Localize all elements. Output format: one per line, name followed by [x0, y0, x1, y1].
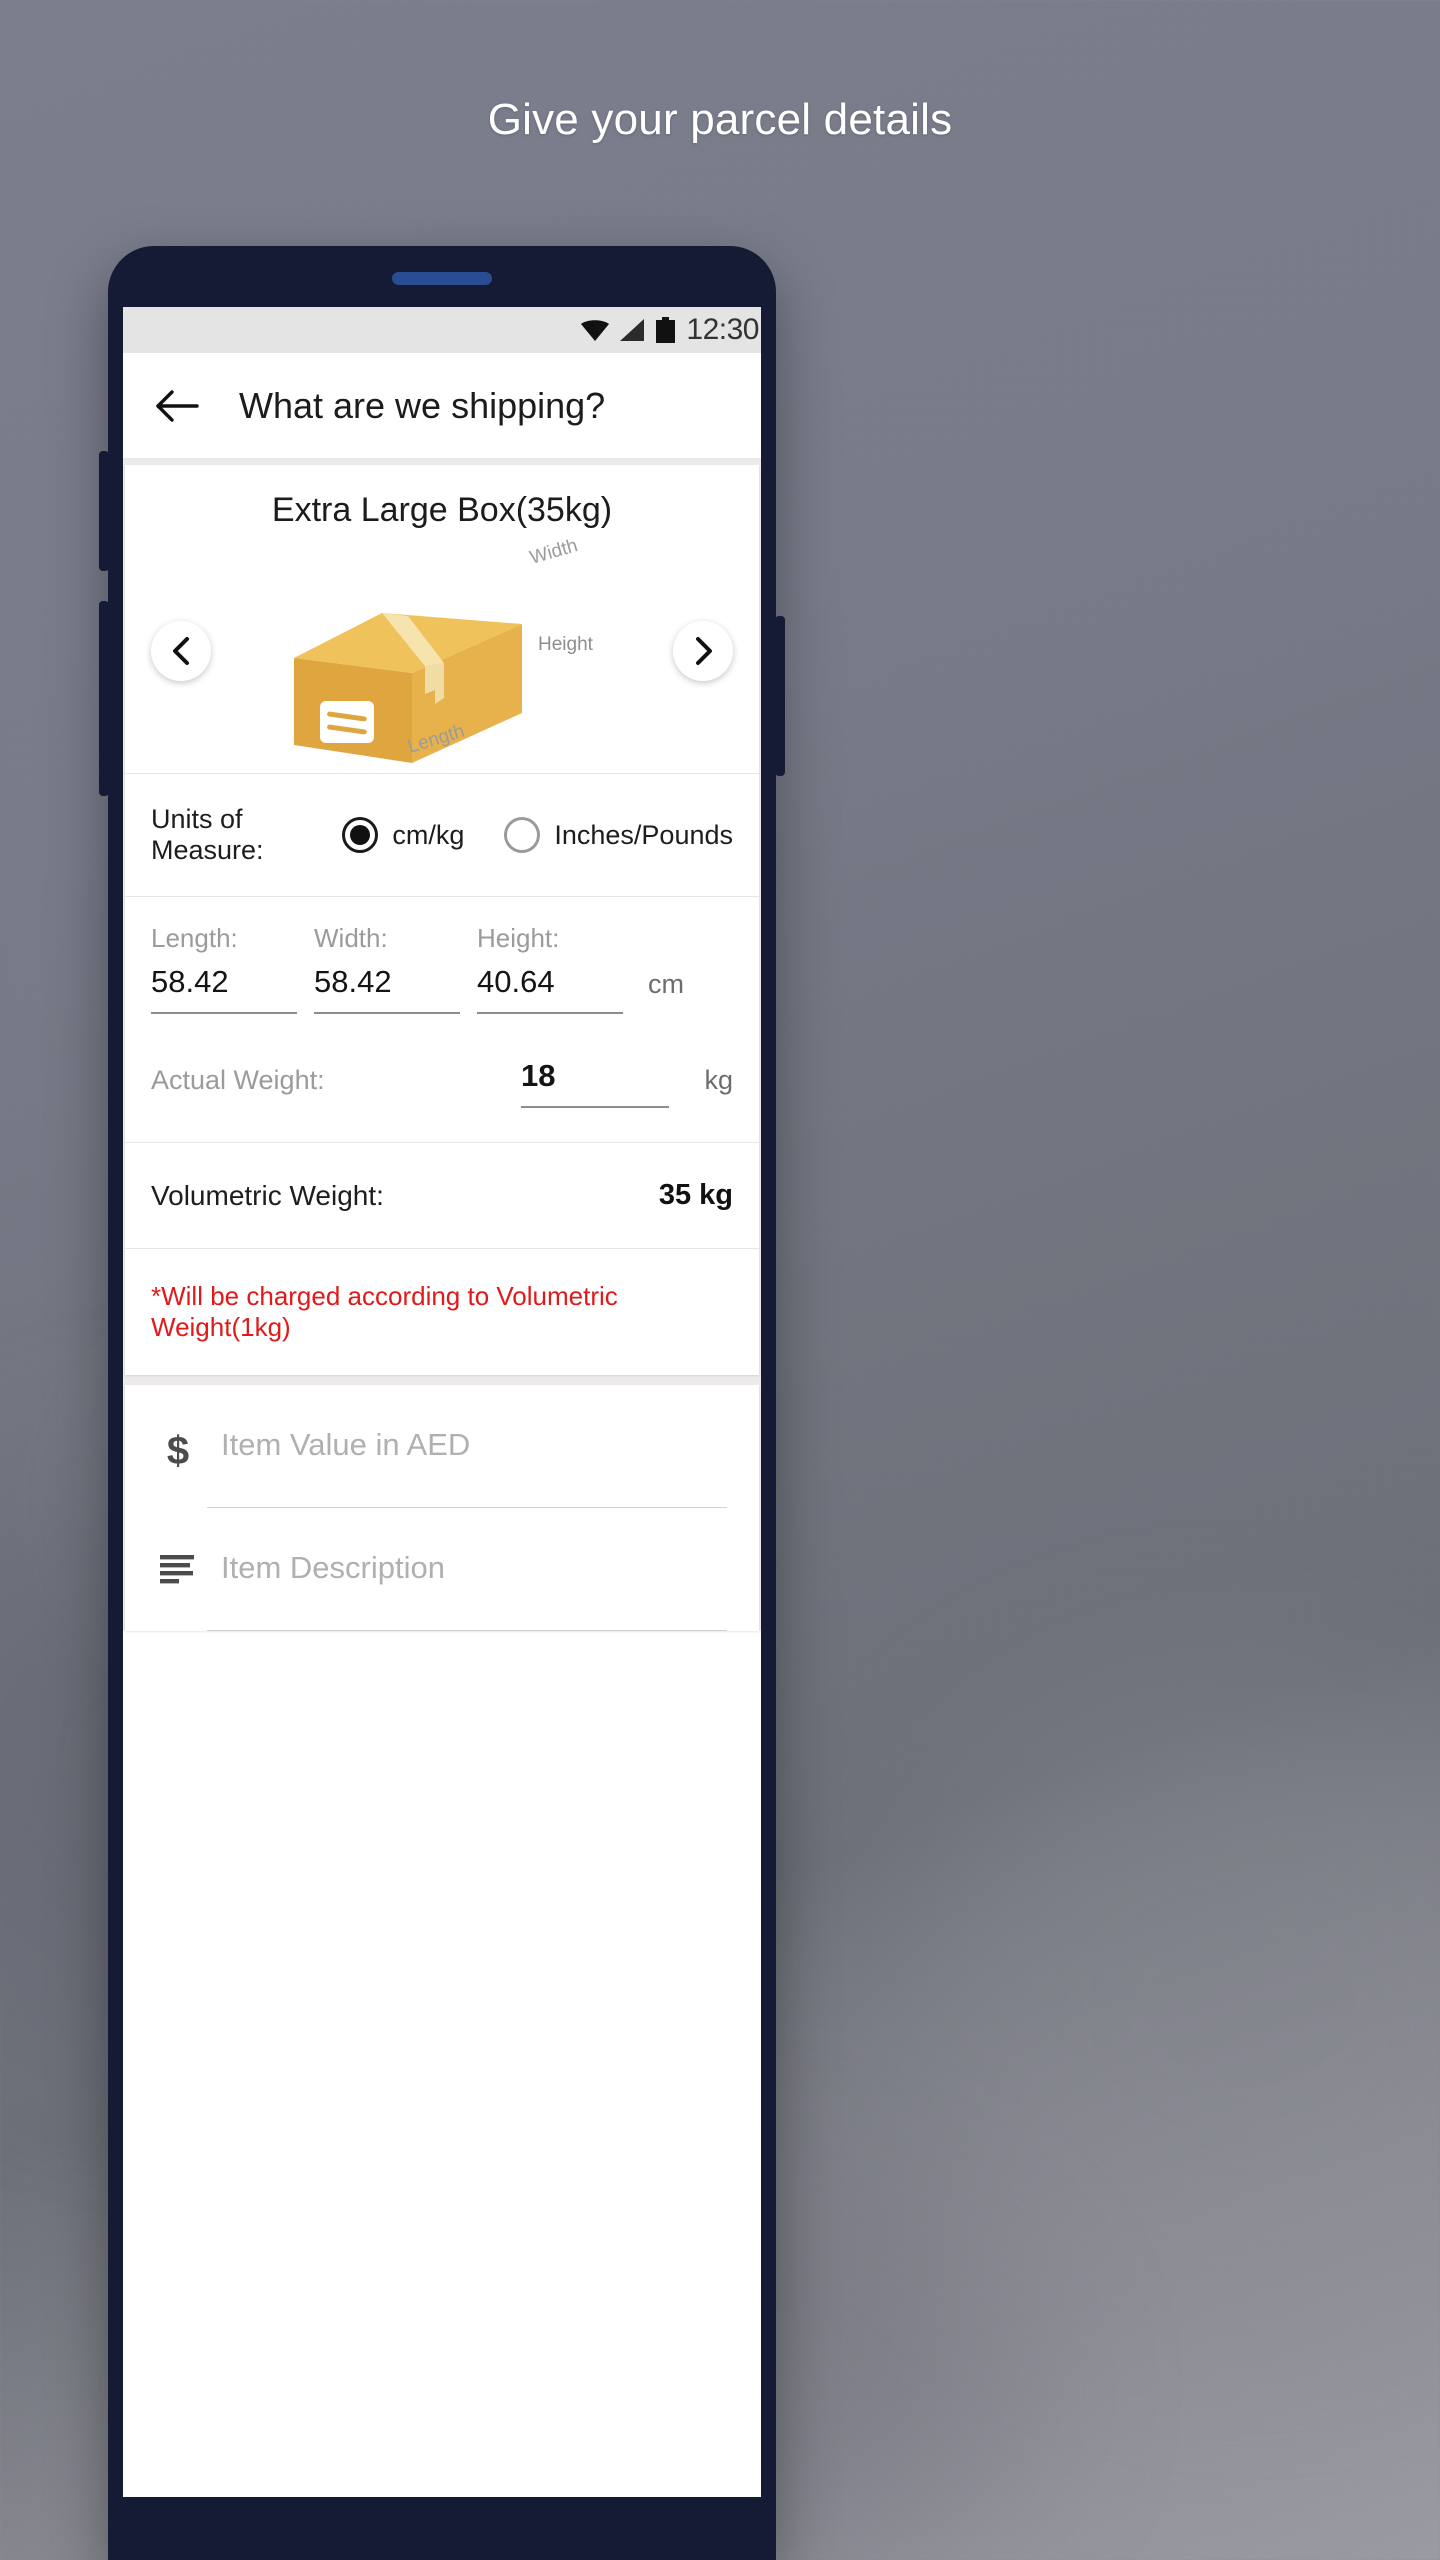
item-description-input-wrap	[207, 1550, 735, 1631]
page-title: Give your parcel details	[487, 95, 953, 144]
status-bar: 12:30	[123, 307, 761, 353]
actual-weight-row: Actual Weight: kg	[125, 1044, 759, 1142]
width-input[interactable]	[314, 960, 460, 1014]
volumetric-weight-row: Volumetric Weight: 35 kg	[125, 1143, 759, 1248]
battery-icon	[656, 317, 676, 343]
units-of-measure-row: Units of Measure: cm/kg Inches/Pounds	[125, 774, 759, 896]
box-carousel: Extra Large Box(35kg) Width Height Lengt…	[125, 465, 759, 773]
dimensions-unit-label: cm	[648, 969, 684, 999]
units-of-measure-label: Units of Measure:	[151, 804, 264, 865]
box-width-label: Width	[528, 538, 580, 569]
carousel-prev-button[interactable]	[151, 620, 211, 681]
box-height-label: Height	[538, 634, 594, 655]
volumetric-warning-text: *Will be charged according to Volumetric…	[151, 1281, 618, 1342]
app-bar-title: What are we shipping?	[239, 384, 606, 426]
item-description-input[interactable]	[207, 1550, 727, 1631]
width-field-group: Width:	[314, 923, 465, 1014]
chevron-left-icon	[173, 636, 189, 665]
width-label: Width:	[314, 923, 388, 953]
item-value-row: $	[149, 1385, 735, 1508]
volumetric-weight-value: 35 kg	[658, 1179, 733, 1211]
phone-power-button	[775, 616, 785, 776]
wifi-icon	[581, 319, 610, 341]
signal-icon	[620, 319, 645, 341]
description-lines-icon	[149, 1550, 207, 1584]
scroll-content: Extra Large Box(35kg) Width Height Lengt…	[123, 459, 761, 1631]
phone-volume-up-button	[99, 451, 109, 571]
carousel-next-button[interactable]	[673, 620, 733, 681]
status-bar-icons	[581, 317, 676, 343]
box-label-icon	[320, 701, 374, 743]
back-arrow-icon[interactable]	[155, 389, 199, 423]
app-bar: What are we shipping?	[123, 353, 761, 459]
height-label: Height:	[477, 923, 560, 953]
phone-mockup: 12:30 What are we shipping? Extra Large …	[99, 246, 785, 2560]
phone-speaker	[392, 272, 492, 285]
radio-button-cm-kg[interactable]	[342, 817, 379, 853]
actual-weight-unit-label: kg	[704, 1065, 733, 1095]
length-field-group: Length:	[151, 923, 302, 1014]
status-bar-time: 12:30	[686, 313, 759, 346]
item-value-input-wrap	[207, 1427, 735, 1508]
volumetric-warning-row: *Will be charged according to Volumetric…	[125, 1249, 759, 1375]
chevron-right-icon	[696, 636, 712, 665]
radio-label-inches-pounds: Inches/Pounds	[554, 819, 733, 850]
radio-option-cm-kg[interactable]: cm/kg	[342, 817, 464, 853]
length-input[interactable]	[151, 960, 297, 1014]
dimensions-row: Length: Width: Height: cm	[125, 897, 759, 1044]
height-field-group: Height:	[477, 923, 628, 1014]
radio-option-inches-pounds[interactable]: Inches/Pounds	[504, 817, 733, 853]
item-value-input[interactable]	[207, 1427, 727, 1508]
box-illustration-stage: Width Height Length	[125, 538, 759, 763]
height-input[interactable]	[477, 960, 623, 1014]
parcel-details-card: Extra Large Box(35kg) Width Height Lengt…	[125, 465, 759, 1375]
phone-screen: 12:30 What are we shipping? Extra Large …	[123, 307, 761, 2497]
item-description-row	[149, 1508, 735, 1631]
dollar-icon: $	[166, 1429, 190, 1473]
radio-button-inches-pounds[interactable]	[504, 817, 541, 853]
actual-weight-input[interactable]	[521, 1054, 669, 1108]
parcel-box-illustration: Width Height Length	[294, 538, 594, 763]
radio-label-cm-kg: cm/kg	[392, 819, 465, 850]
volumetric-weight-label: Volumetric Weight:	[151, 1179, 384, 1211]
item-details-card: $	[125, 1385, 759, 1631]
box-type-title: Extra Large Box(35kg)	[271, 491, 613, 529]
background-blob	[900, 1700, 1440, 2320]
phone-volume-down-button	[99, 601, 109, 796]
length-label: Length:	[151, 923, 238, 953]
actual-weight-label: Actual Weight:	[151, 1065, 325, 1095]
